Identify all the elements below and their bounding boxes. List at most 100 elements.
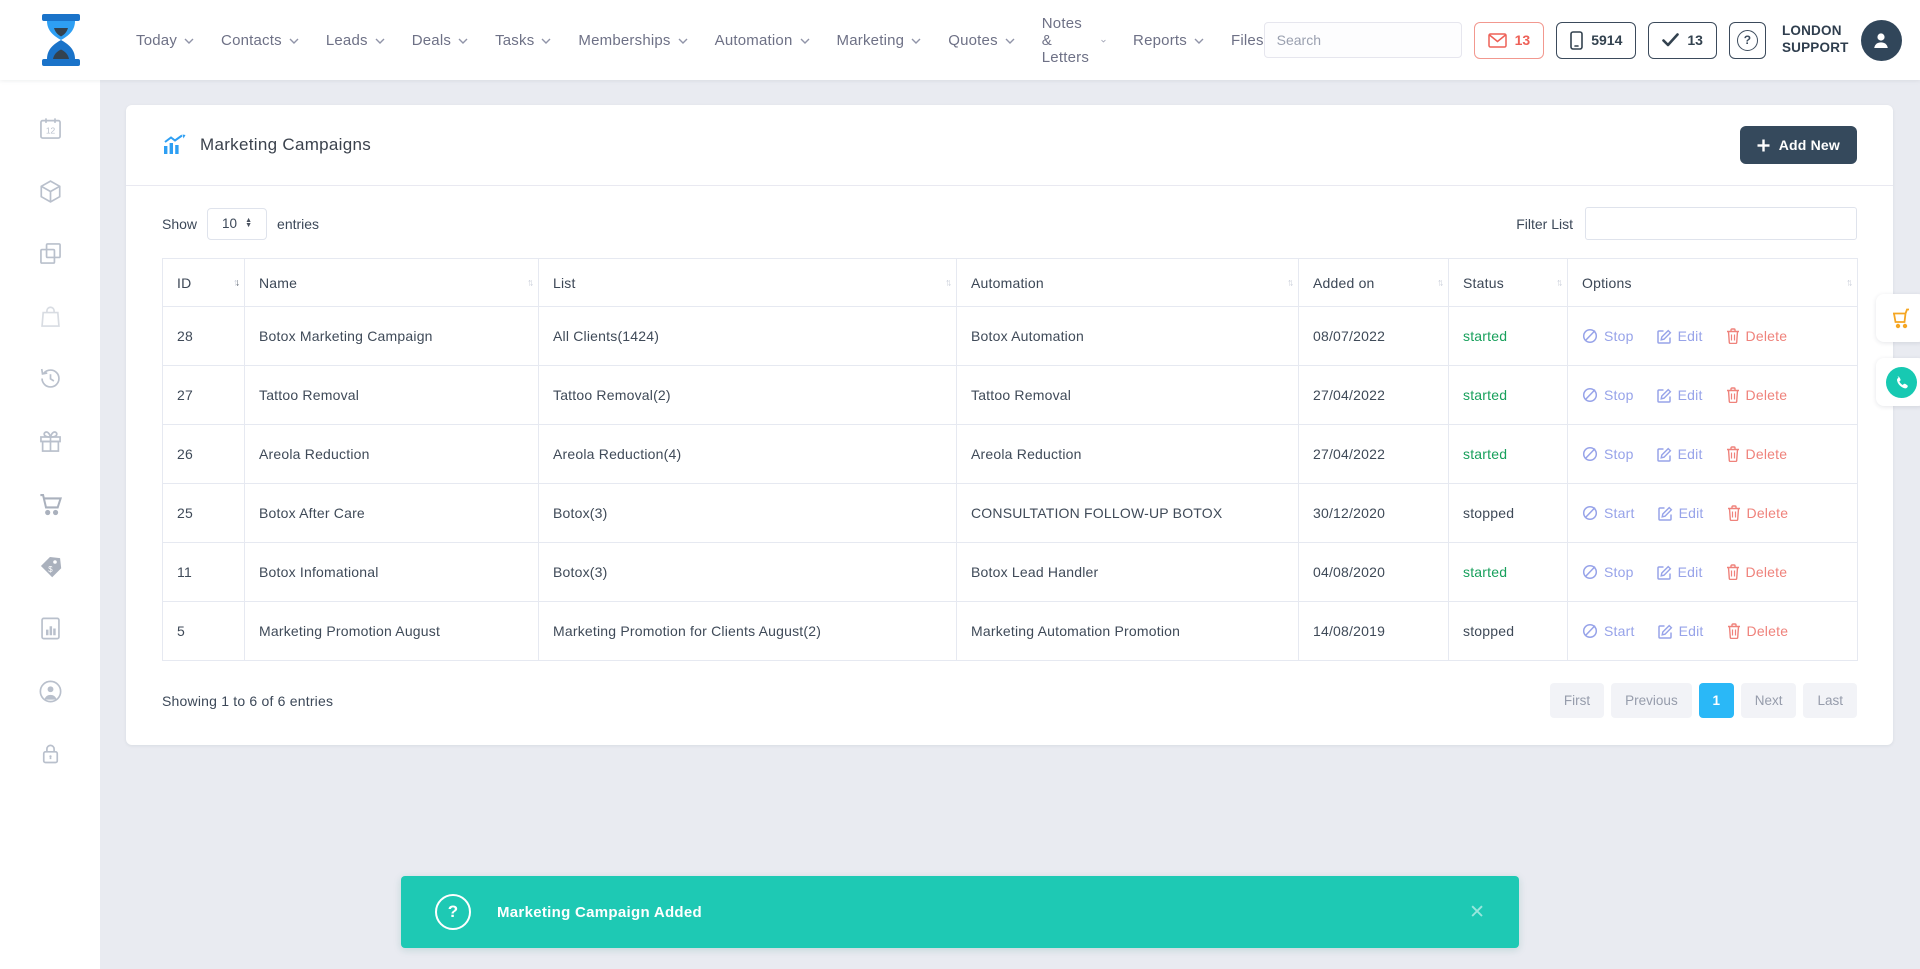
floating-cart-button[interactable] [1876,294,1920,342]
cell-automation: Marketing Automation Promotion [957,602,1299,661]
col-header-status[interactable]: Status↑↓ [1449,259,1568,307]
nav-contacts[interactable]: Contacts [221,32,299,49]
pagination-next-button[interactable]: Next [1741,683,1797,718]
lock-icon[interactable] [37,740,64,767]
floating-phone-button[interactable] [1876,358,1920,406]
nav-label: Today [136,32,177,49]
edit-campaign-link[interactable]: Edit [1657,387,1703,403]
filter-label: Filter List [1516,216,1573,232]
tasks-badge-button[interactable]: 13 [1648,22,1717,59]
delete-campaign-link[interactable]: Delete [1727,505,1789,521]
nav-marketing[interactable]: Marketing [837,32,922,49]
nav-memberships[interactable]: Memberships [578,32,687,49]
edit-campaign-link[interactable]: Edit [1658,505,1704,521]
col-header-name[interactable]: Name↑↓ [245,259,539,307]
toggle-campaign-link[interactable]: Stop [1582,564,1634,580]
edit-label: Edit [1679,623,1704,639]
delete-label: Delete [1746,564,1788,580]
nav-automation[interactable]: Automation [715,32,810,49]
cell-automation: Areola Reduction [957,425,1299,484]
col-header-options[interactable]: Options↑↓ [1568,259,1858,307]
avatar[interactable] [1861,20,1902,61]
add-new-label: Add New [1779,137,1840,153]
report-chart-icon[interactable] [37,615,64,642]
edit-campaign-link[interactable]: Edit [1657,446,1703,462]
main-nav: Today Contacts Leads Deals Tasks Members… [136,15,1264,66]
nav-deals[interactable]: Deals [412,32,468,49]
col-label: Added on [1313,275,1375,291]
col-label: Status [1463,275,1504,291]
question-icon: ? [1737,30,1758,51]
calendar-icon[interactable]: 12 [37,115,64,142]
toggle-campaign-link[interactable]: Start [1582,623,1635,639]
nav-tasks[interactable]: Tasks [495,32,551,49]
toggle-campaign-link[interactable]: Stop [1582,446,1634,462]
phone-badge-button[interactable]: 5914 [1556,22,1636,59]
app-logo-hourglass-icon[interactable] [34,12,88,68]
toggle-campaign-link[interactable]: Stop [1582,328,1634,344]
edit-campaign-link[interactable]: Edit [1658,623,1704,639]
delete-campaign-link[interactable]: Delete [1726,564,1788,580]
cell-list: Areola Reduction(4) [539,425,957,484]
chevron-down-icon [184,38,194,44]
sort-icon: ↑↓ [1846,277,1850,288]
trash-icon [1726,328,1740,344]
chevron-down-icon [800,38,810,44]
cell-list: All Clients(1424) [539,307,957,366]
col-label: Automation [971,275,1044,291]
pagination-previous-button[interactable]: Previous [1611,683,1692,718]
filter-input[interactable] [1585,207,1857,240]
edit-campaign-link[interactable]: Edit [1657,328,1703,344]
table-row: 5 Marketing Promotion August Marketing P… [163,602,1858,661]
nav-files[interactable]: Files [1231,32,1264,49]
nav-reports[interactable]: Reports [1133,32,1204,49]
edit-icon [1657,565,1672,580]
delete-label: Delete [1746,387,1788,403]
campaigns-table: ID↑↓ Name↑↓ List↑↓ Automation↑↓ Added on… [162,258,1858,661]
toggle-campaign-link[interactable]: Stop [1582,387,1634,403]
toggle-campaign-link[interactable]: Start [1582,505,1635,521]
toast-message: Marketing Campaign Added [497,904,702,921]
nav-leads[interactable]: Leads [326,32,385,49]
edit-label: Edit [1678,387,1703,403]
delete-campaign-link[interactable]: Delete [1726,387,1788,403]
col-header-list[interactable]: List↑↓ [539,259,957,307]
col-header-added-on[interactable]: Added on↑↓ [1299,259,1449,307]
cart-icon[interactable] [37,490,64,517]
close-icon[interactable]: ✕ [1469,901,1485,924]
edit-icon [1658,506,1673,521]
nav-notes-letters[interactable]: Notes & Letters [1042,15,1106,66]
col-header-automation[interactable]: Automation↑↓ [957,259,1299,307]
trash-icon [1726,446,1740,462]
pagination-page-1-button[interactable]: 1 [1699,683,1734,718]
toggle-label: Start [1604,623,1635,639]
cell-status: started [1449,425,1568,484]
cell-list: Tattoo Removal(2) [539,366,957,425]
cell-list: Botox(3) [539,484,957,543]
account-icon[interactable] [37,678,64,705]
products-box-icon[interactable] [37,178,64,205]
pagination-last-button[interactable]: Last [1803,683,1857,718]
pagination-first-button[interactable]: First [1550,683,1604,718]
shopping-bag-icon[interactable] [37,303,64,330]
search-input[interactable] [1265,32,1462,48]
delete-campaign-link[interactable]: Delete [1726,328,1788,344]
page-size-select[interactable]: 10 ▲▼ [207,208,267,240]
delete-campaign-link[interactable]: Delete [1726,446,1788,462]
delete-campaign-link[interactable]: Delete [1727,623,1789,639]
add-new-button[interactable]: Add New [1740,126,1857,164]
copy-icon[interactable] [37,240,64,267]
delete-label: Delete [1747,505,1789,521]
price-tag-icon[interactable]: $ [37,553,64,580]
nav-label: Leads [326,32,368,49]
trash-icon [1726,564,1740,580]
nav-today[interactable]: Today [136,32,194,49]
gift-icon[interactable] [37,428,64,455]
help-button[interactable]: ? [1729,22,1766,59]
nav-quotes[interactable]: Quotes [948,32,1015,49]
edit-campaign-link[interactable]: Edit [1657,564,1703,580]
svg-text:$: $ [48,565,53,574]
mail-badge-button[interactable]: 13 [1474,22,1545,59]
col-header-id[interactable]: ID↑↓ [163,259,245,307]
history-icon[interactable] [37,365,64,392]
